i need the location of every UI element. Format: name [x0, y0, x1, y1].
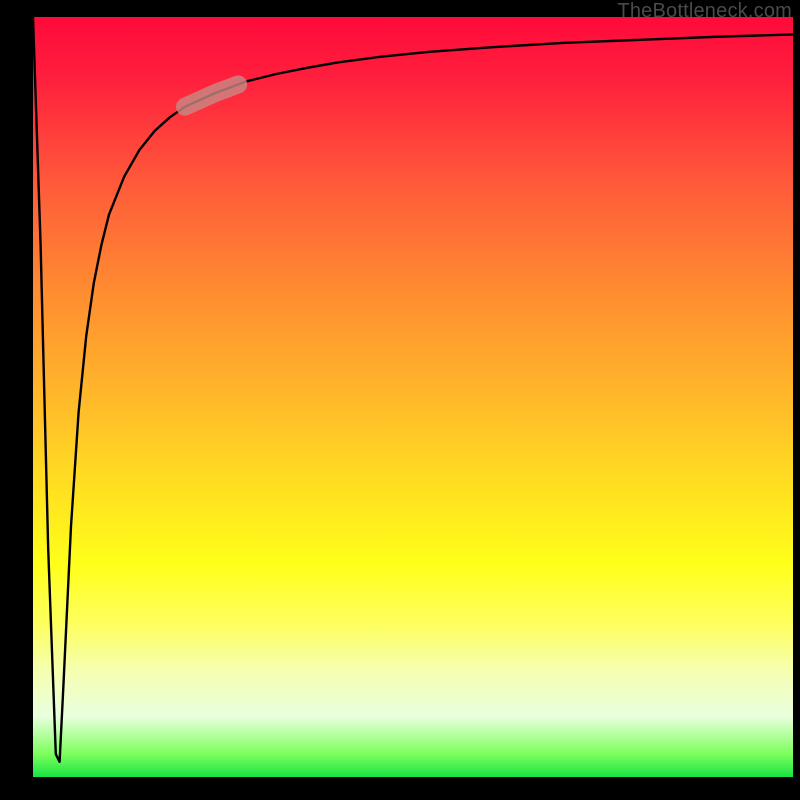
chart-frame: TheBottleneck.com [0, 0, 800, 800]
bottleneck-curve [33, 17, 793, 762]
highlight-segment [185, 84, 238, 106]
attribution-text: TheBottleneck.com [617, 0, 792, 23]
curve-layer [33, 17, 793, 777]
